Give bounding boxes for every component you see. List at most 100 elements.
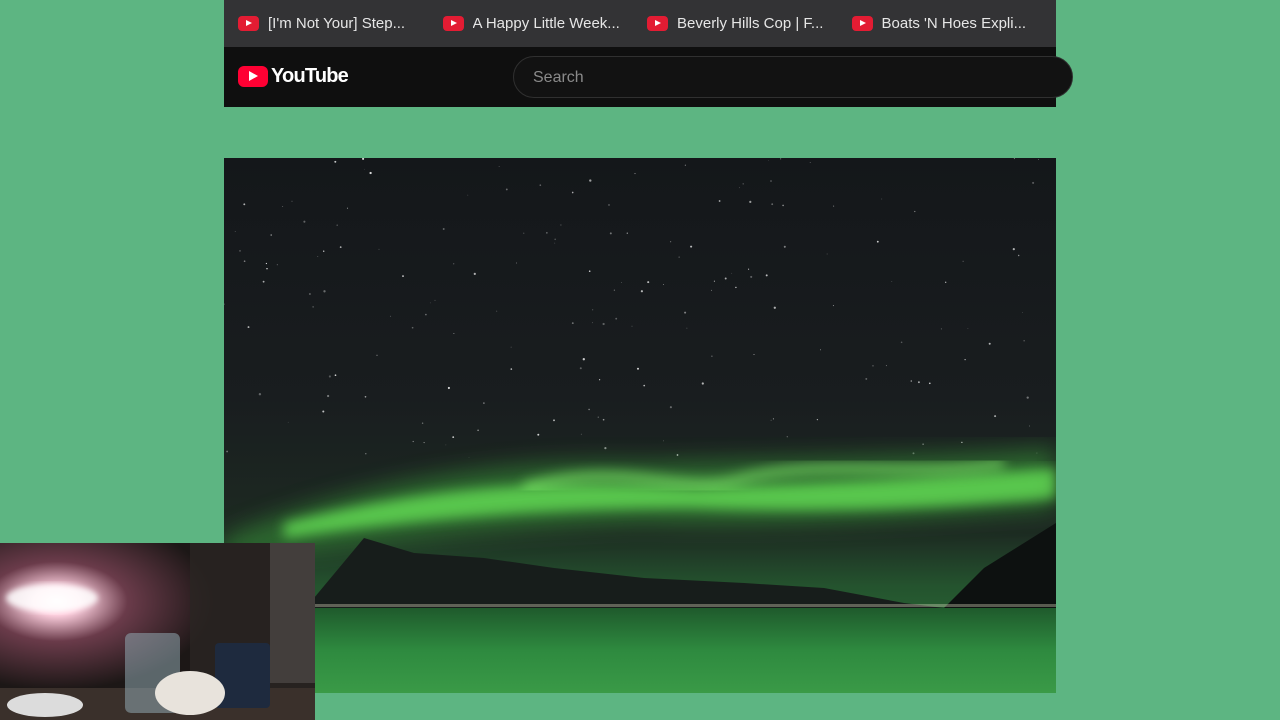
star — [339, 246, 342, 248]
star — [322, 410, 325, 413]
star — [317, 256, 319, 257]
star — [402, 275, 404, 278]
star — [468, 457, 470, 458]
star — [376, 354, 378, 356]
star — [602, 418, 605, 421]
star — [445, 444, 447, 446]
search-input[interactable] — [531, 68, 1035, 88]
star — [421, 422, 424, 424]
star — [742, 183, 744, 185]
star — [265, 262, 268, 265]
star — [589, 179, 592, 182]
star — [234, 231, 236, 233]
star — [270, 234, 272, 236]
star — [592, 322, 594, 324]
star — [626, 232, 628, 234]
star — [928, 382, 931, 385]
star — [1013, 158, 1015, 160]
star — [262, 280, 265, 283]
star — [662, 284, 664, 285]
star — [770, 180, 772, 182]
youtube-logo[interactable]: YouTube — [238, 65, 349, 88]
star — [592, 309, 594, 311]
star — [885, 365, 887, 367]
star — [690, 245, 693, 248]
star — [510, 346, 512, 348]
star — [621, 282, 623, 283]
star — [453, 333, 455, 335]
star — [308, 293, 311, 295]
star — [1023, 340, 1025, 342]
search-box[interactable] — [513, 56, 1073, 98]
star — [323, 290, 326, 293]
star — [571, 191, 574, 194]
star — [571, 322, 574, 324]
star — [326, 394, 330, 398]
star — [967, 328, 969, 329]
star — [411, 326, 414, 329]
star — [749, 200, 752, 204]
star — [608, 204, 610, 206]
star — [336, 224, 338, 226]
star — [713, 280, 715, 282]
star — [434, 299, 436, 301]
star — [634, 173, 636, 175]
star — [266, 267, 268, 270]
star — [636, 367, 640, 370]
bookmark-item[interactable]: Beverly Hills Cop | F... — [647, 8, 852, 40]
star — [609, 232, 612, 235]
star — [765, 274, 768, 277]
bookmark-item[interactable]: Boats 'N Hoes Expli... — [851, 8, 1057, 40]
star — [994, 415, 997, 418]
star — [783, 245, 786, 248]
star — [276, 264, 278, 266]
star — [786, 436, 788, 438]
star — [872, 365, 874, 367]
star — [588, 408, 590, 411]
star — [369, 171, 372, 175]
youtube-header: YouTube — [224, 47, 1073, 107]
star — [1012, 248, 1015, 251]
star — [303, 220, 306, 223]
star — [961, 441, 963, 444]
star — [770, 419, 772, 421]
youtube-icon — [851, 16, 873, 31]
youtube-icon — [647, 16, 668, 31]
star — [669, 241, 672, 243]
star — [510, 368, 513, 370]
star — [452, 436, 455, 438]
star — [922, 443, 924, 445]
bookmark-item[interactable]: A Happy Little Week... — [442, 8, 648, 40]
star — [604, 447, 607, 450]
bookmark-title: Beverly Hills Cop | F... — [677, 15, 824, 32]
star — [477, 429, 479, 432]
star — [364, 395, 367, 398]
bookmarks-bar: [I'm Not Your] Step... A Happy Little We… — [224, 0, 1056, 47]
star — [498, 165, 500, 167]
star — [328, 375, 331, 378]
star — [560, 224, 562, 226]
star — [588, 270, 591, 272]
star — [597, 416, 599, 418]
youtube-logo-text: YouTube — [271, 65, 349, 87]
star — [782, 204, 784, 207]
star — [643, 384, 646, 387]
star — [686, 327, 688, 329]
star — [615, 317, 618, 320]
star — [809, 161, 811, 163]
star — [247, 326, 250, 329]
bookmark-item[interactable]: [I'm Not Your] Step... — [238, 8, 443, 40]
star — [243, 260, 246, 263]
star — [467, 194, 469, 196]
star — [891, 281, 893, 282]
star — [365, 453, 367, 455]
star — [389, 315, 392, 317]
star — [631, 325, 633, 327]
video-player[interactable] — [224, 158, 1056, 693]
star — [819, 349, 822, 351]
star — [676, 454, 679, 456]
star — [378, 248, 380, 250]
star — [453, 263, 455, 265]
star — [678, 256, 680, 258]
star — [684, 164, 686, 166]
